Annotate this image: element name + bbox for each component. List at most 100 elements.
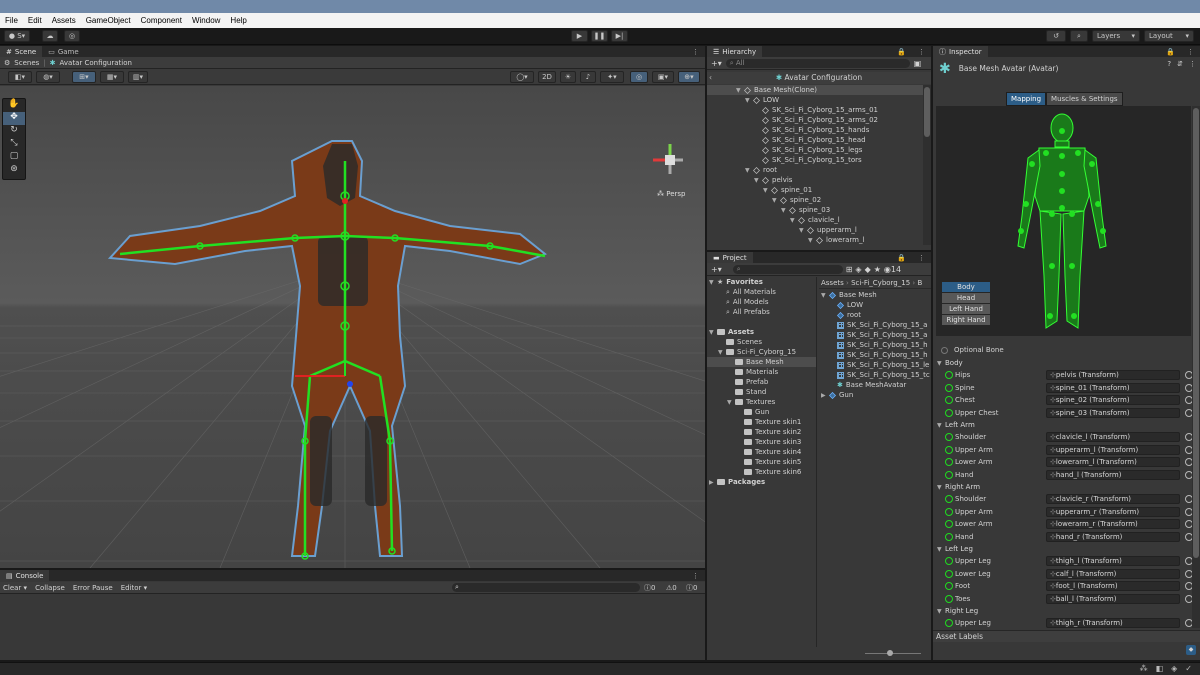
breadcrumb-assets[interactable]: Assets [821, 279, 844, 287]
tree-item[interactable]: ▼ spine_02 [707, 195, 923, 205]
object-picker-icon[interactable] [1185, 582, 1192, 590]
object-picker-icon[interactable] [1185, 557, 1192, 565]
preset-icon[interactable]: ⇵ [1177, 60, 1183, 68]
tree-item[interactable]: Scenes [707, 337, 816, 347]
bone-section-header[interactable]: ▼ Left Arm [937, 419, 1192, 431]
transform-field[interactable]: ⊹thigh_l (Transform) [1046, 556, 1180, 566]
move-tool-icon[interactable]: ✥ [3, 112, 25, 125]
rotate-tool-icon[interactable]: ↻ [3, 125, 25, 138]
tree-item[interactable]: Materials [707, 367, 816, 377]
expand-arrow-icon[interactable]: ▶ [821, 391, 829, 401]
draw-mode-button[interactable]: ◍▾ [36, 71, 60, 83]
tag-icon[interactable]: ◆ [865, 265, 871, 274]
tree-item[interactable]: SK_Sci_Fi_Cyborg_15_arms_01 [707, 105, 923, 115]
play-button[interactable]: ▶ [571, 30, 588, 42]
transform-field[interactable]: ⊹lowerarm_r (Transform) [1046, 519, 1180, 529]
tree-item[interactable]: SK_Sci_Fi_Cyborg_15_a [819, 330, 931, 340]
object-picker-icon[interactable] [1185, 495, 1192, 503]
help-icon[interactable]: ? [1167, 60, 1171, 68]
menu-assets[interactable]: Assets [47, 16, 81, 25]
tree-item[interactable]: Gun [707, 407, 816, 417]
object-picker-icon[interactable] [1185, 383, 1192, 392]
gizmos-icon[interactable]: ⊕▾ [678, 71, 700, 83]
cache-icon[interactable]: ◧ [1156, 664, 1164, 673]
shading-mode-button[interactable]: ◧▾ [8, 71, 32, 83]
object-picker-icon[interactable] [1185, 507, 1192, 516]
tab-game[interactable]: ▭ Game [42, 46, 84, 57]
object-picker-icon[interactable] [1185, 371, 1192, 379]
transform-field[interactable]: ⊹ball_l (Transform) [1046, 593, 1180, 604]
search-by-type-icon[interactable]: ⊞ [846, 265, 853, 274]
panel-menu-icon[interactable]: ⋮ [686, 46, 705, 57]
hand-tool-icon[interactable]: ✋ [3, 99, 25, 112]
expand-arrow-icon[interactable]: ▶ [709, 478, 717, 488]
object-picker-icon[interactable] [1185, 470, 1192, 479]
transform-field[interactable]: ⊹calf_l (Transform) [1046, 568, 1180, 579]
breadcrumb-base-mesh[interactable]: B [917, 279, 922, 287]
body-button[interactable]: Body [942, 282, 990, 292]
tree-item[interactable]: ▶ Packages [707, 477, 816, 487]
persp-label[interactable]: ⁂ Persp [657, 190, 685, 198]
tree-item[interactable]: ▼ ★ Favorites [707, 277, 816, 287]
panel-menu-icon[interactable]: ⋮ [912, 46, 931, 57]
tab-project[interactable]: ▬ Project [707, 252, 753, 263]
tree-item[interactable]: SK_Sci_Fi_Cyborg_15_tc [819, 370, 931, 380]
search-filter-icon[interactable]: ▣ [914, 59, 922, 68]
search-by-label-icon[interactable]: ◈ [855, 265, 861, 274]
inspector-scroll-thumb[interactable] [1193, 108, 1199, 558]
grid-snap-button[interactable]: ▦▾ [100, 71, 124, 83]
layout-dropdown[interactable]: Layout ▾ [1144, 30, 1194, 42]
transform-field[interactable]: ⊹thigh_r (Transform) [1046, 618, 1180, 628]
bone-section-header[interactable]: ▼ Right Arm [937, 481, 1192, 493]
lighting-icon[interactable]: ☀ [560, 71, 576, 83]
tree-item[interactable]: ▼ root [707, 165, 923, 175]
transform-field[interactable]: ⊹hand_l (Transform) [1046, 469, 1180, 480]
tree-item[interactable]: ⌕ All Prefabs [707, 307, 816, 317]
tree-item[interactable]: ▶ Gun [819, 390, 931, 400]
tree-item[interactable]: ▼ clavicle_l [707, 215, 923, 225]
object-picker-icon[interactable] [1185, 569, 1192, 578]
search-button[interactable]: ⌕ [1070, 30, 1088, 42]
bone-section-header[interactable]: ▼ Body [937, 357, 1192, 369]
head-button[interactable]: Head [942, 293, 990, 303]
object-picker-icon[interactable] [1185, 458, 1192, 466]
render-mode-button[interactable]: ◯▾ [510, 71, 534, 83]
menu-window[interactable]: Window [187, 16, 225, 25]
tree-item[interactable] [707, 317, 816, 327]
error-pause-button[interactable]: Error Pause [73, 584, 113, 592]
tree-item[interactable]: ▼ Base Mesh [819, 290, 931, 300]
hierarchy-scroll-thumb[interactable] [924, 87, 930, 137]
tab-mapping[interactable]: Mapping [1006, 92, 1047, 106]
rect-tool-icon[interactable]: ▢ [3, 151, 25, 164]
lock-icon[interactable]: 🔒 [1160, 46, 1181, 57]
panel-menu-icon[interactable]: ⋮ [912, 252, 931, 263]
asset-labels-bar[interactable]: Asset Labels [933, 630, 1200, 642]
breadcrumb-sci-fi[interactable]: Sci-Fi_Cyborg_15 [851, 279, 910, 287]
menu-edit[interactable]: Edit [23, 16, 47, 25]
tree-item[interactable]: SK_Sci_Fi_Cyborg_15_le [819, 360, 931, 370]
scene-viewport[interactable]: ✋ ✥ ↻ ⤡ ▢ ⊛ ⁂ Persp [0, 86, 705, 568]
tree-item[interactable]: Texture skin4 [707, 447, 816, 457]
tree-item[interactable]: ⌕ All Materials [707, 287, 816, 297]
zoom-slider-thumb[interactable] [887, 650, 893, 656]
tree-item[interactable]: ⌕ All Models [707, 297, 816, 307]
transform-field[interactable]: ⊹upperarm_l (Transform) [1046, 444, 1180, 455]
tab-muscles-settings[interactable]: Muscles & Settings [1046, 92, 1123, 106]
add-icon[interactable]: +▾ [711, 59, 722, 68]
object-picker-icon[interactable] [1185, 396, 1192, 404]
tab-hierarchy[interactable]: ☰ Hierarchy [707, 46, 763, 57]
collapse-button[interactable]: Collapse [35, 584, 65, 592]
tree-item[interactable]: ▼ Base Mesh(Clone) [707, 85, 923, 95]
pause-button[interactable]: ❚❚ [591, 30, 608, 42]
tree-item[interactable]: SK_Sci_Fi_Cyborg_15_h [819, 350, 931, 360]
check-icon[interactable]: ✓ [1185, 664, 1192, 673]
menu-component[interactable]: Component [136, 16, 187, 25]
increment-snap-button[interactable]: ▥▾ [128, 71, 148, 83]
bone-section-header[interactable]: ▼ Left Leg [937, 543, 1192, 555]
panel-menu-icon[interactable]: ⋮ [1181, 46, 1200, 57]
menu-gameobject[interactable]: GameObject [81, 16, 136, 25]
transform-field[interactable]: ⊹spine_02 (Transform) [1046, 395, 1180, 405]
visibility-icon[interactable]: ◉14 [884, 265, 901, 274]
label-tag-icon[interactable]: ◆ [1186, 645, 1196, 655]
tree-item[interactable]: ▼ upperarm_l [707, 225, 923, 235]
